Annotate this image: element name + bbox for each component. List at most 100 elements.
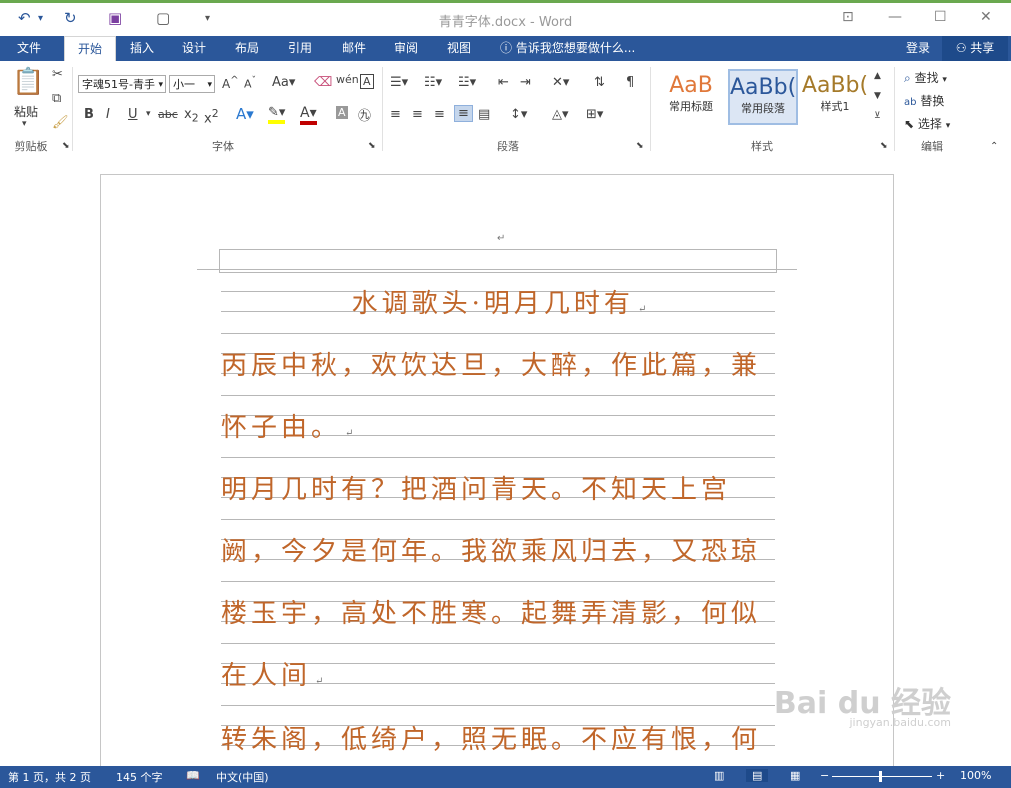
web-layout-icon[interactable]: ▦	[790, 769, 800, 782]
multilevel-list-icon[interactable]: ☳▾	[458, 75, 476, 90]
italic-icon[interactable]: I	[106, 107, 110, 122]
shading-icon[interactable]: ◬▾	[552, 107, 569, 122]
distributed-icon[interactable]: ▤	[478, 107, 490, 122]
style-item-heading[interactable]: AaB 常用标题	[656, 69, 726, 125]
page-count[interactable]: 第 1 页，共 2 页	[8, 769, 91, 785]
proofing-icon[interactable]: 📖	[186, 769, 200, 782]
paste-dropdown-icon[interactable]: ▾	[22, 119, 27, 129]
chevron-down-icon: ▾	[945, 121, 951, 131]
share-button[interactable]: ⚇ 共享	[942, 36, 1008, 61]
align-right-icon[interactable]: ≡	[434, 107, 445, 122]
grow-font-icon[interactable]: A^	[222, 75, 239, 91]
font-name-combo[interactable]: 字魂51号-青手 ▾	[78, 75, 166, 93]
tab-layout[interactable]: 布局	[225, 36, 269, 61]
poem-title[interactable]: 水调歌头·明月几时有 ↵	[221, 283, 777, 320]
tab-references[interactable]: 引用	[278, 36, 322, 61]
font-launcher-icon[interactable]: ⬊	[368, 141, 376, 151]
increase-indent-icon[interactable]: ⇥	[520, 75, 531, 90]
print-layout-icon[interactable]: ▤	[746, 769, 769, 782]
zoom-level[interactable]: 100%	[960, 769, 991, 782]
zoom-slider-thumb[interactable]	[879, 771, 882, 782]
ribbon-display-icon[interactable]: ⊡	[842, 9, 854, 25]
clear-formatting-icon[interactable]: ⌫	[314, 75, 332, 90]
tab-insert[interactable]: 插入	[120, 36, 164, 61]
highlight-icon[interactable]: ✎▾	[268, 105, 286, 124]
styles-more-icon[interactable]: ⊻	[874, 111, 881, 121]
close-icon[interactable]: ✕	[980, 9, 992, 25]
decrease-indent-icon[interactable]: ⇤	[498, 75, 509, 90]
tab-review[interactable]: 审阅	[384, 36, 428, 61]
align-center-icon[interactable]: ≡	[412, 107, 423, 122]
styles-launcher-icon[interactable]: ⬊	[880, 141, 888, 151]
tab-design[interactable]: 设计	[172, 36, 216, 61]
bullets-icon[interactable]: ☰▾	[390, 75, 408, 90]
maximize-icon[interactable]: ☐	[934, 9, 947, 25]
language-indicator[interactable]: 中文(中国)	[216, 769, 269, 785]
replace-button[interactable]: ab 替换	[904, 92, 944, 109]
tab-home[interactable]: 开始	[64, 36, 116, 62]
find-button[interactable]: ⌕ 查找 ▾	[904, 69, 947, 86]
ribbon-tabs: 文件 开始 插入 设计 布局 引用 邮件 审阅 视图 ⓘ 告诉我您想要做什么..…	[0, 36, 1011, 62]
underline-dropdown-icon[interactable]: ▾	[146, 109, 151, 119]
phonetic-guide-icon[interactable]: wén	[336, 73, 359, 86]
tell-me-search[interactable]: ⓘ 告诉我您想要做什么...	[500, 36, 640, 61]
strikethrough-icon[interactable]: abc	[158, 108, 178, 121]
enclose-characters-icon[interactable]: ㊈	[358, 105, 371, 124]
paste-button[interactable]: 粘贴	[14, 103, 38, 120]
text-effects-icon[interactable]: A▾	[236, 105, 254, 123]
line-spacing-icon[interactable]: ↕▾	[510, 107, 527, 122]
tab-view[interactable]: 视图	[437, 36, 481, 61]
zoom-slider[interactable]	[832, 776, 932, 777]
status-bar: 第 1 页，共 2 页 145 个字 📖 中文(中国) ▥ ▤ ▦ − + 10…	[0, 766, 1011, 788]
text-line[interactable]: 楼玉宇，高处不胜寒。起舞弄清影，何似	[221, 593, 777, 630]
cut-icon[interactable]: ✂	[52, 67, 63, 82]
chinese-layout-icon[interactable]: ✕▾	[552, 75, 569, 90]
read-mode-icon[interactable]: ▥	[714, 769, 724, 782]
paragraph-mark: ↵	[315, 676, 324, 687]
tab-mailings[interactable]: 邮件	[332, 36, 376, 61]
replace-label: 替换	[920, 94, 945, 108]
styles-scroll-up-icon[interactable]: ▲	[874, 71, 881, 81]
font-size-combo[interactable]: 小一 ▾	[169, 75, 215, 93]
paragraph-launcher-icon[interactable]: ⬊	[636, 141, 644, 151]
style-name: 样式1	[820, 100, 850, 113]
text-line[interactable]: 明月几时有？把酒问青天。不知天上宫	[221, 469, 777, 506]
collapse-ribbon-icon[interactable]: ⌃	[990, 141, 998, 152]
justify-icon[interactable]: ≡	[454, 105, 473, 122]
line-text: 楼玉宇，高处不胜寒。起舞弄清影，何似	[221, 599, 762, 629]
text-line[interactable]: 转朱阁，低绮户，照无眠。不应有恨，何	[221, 719, 777, 756]
subscript-icon[interactable]: x2	[184, 107, 199, 125]
zoom-in-icon[interactable]: +	[936, 769, 945, 782]
borders-icon[interactable]: ⊞▾	[586, 107, 603, 122]
superscript-icon[interactable]: x2	[204, 107, 219, 126]
word-count[interactable]: 145 个字	[116, 769, 163, 785]
select-button[interactable]: ⬉ 选择 ▾	[904, 115, 950, 132]
text-line[interactable]: 丙辰中秋，欢饮达旦，大醉，作此篇，兼	[221, 345, 777, 382]
zoom-out-icon[interactable]: −	[820, 769, 829, 782]
styles-scroll-down-icon[interactable]: ▼	[874, 91, 881, 101]
minimize-icon[interactable]: —	[888, 9, 902, 25]
font-color-icon[interactable]: A▾	[300, 105, 317, 125]
style-item-style1[interactable]: AaBb( 样式1	[800, 69, 870, 125]
copy-icon[interactable]: ⧉	[52, 91, 61, 106]
align-left-icon[interactable]: ≡	[390, 107, 401, 122]
find-label: 查找	[914, 71, 939, 85]
tab-file[interactable]: 文件	[0, 36, 58, 61]
sort-icon[interactable]: ⇅	[594, 75, 605, 90]
shrink-font-icon[interactable]: Aˇ	[244, 75, 256, 91]
paste-icon[interactable]: 📋	[12, 67, 44, 97]
show-marks-icon[interactable]: ¶	[626, 75, 634, 90]
numbering-icon[interactable]: ☷▾	[424, 75, 442, 90]
character-border-icon[interactable]: A	[360, 74, 374, 89]
login-link[interactable]: 登录	[898, 36, 938, 61]
underline-icon[interactable]: U	[128, 107, 138, 122]
style-item-paragraph[interactable]: AaBb( 常用段落	[728, 69, 798, 125]
bold-icon[interactable]: B	[84, 107, 94, 122]
change-case-icon[interactable]: Aa▾	[272, 75, 295, 90]
text-line[interactable]: 阙，今夕是何年。我欲乘风归去，又恐琼	[221, 531, 777, 568]
text-line[interactable]: 在人间 ↵	[221, 655, 777, 692]
clipboard-launcher-icon[interactable]: ⬊	[62, 141, 70, 151]
text-line[interactable]: 怀子由。 ↵	[221, 407, 777, 444]
character-shading-icon[interactable]: A	[336, 106, 348, 119]
format-painter-icon[interactable]: 🖌	[52, 115, 69, 130]
